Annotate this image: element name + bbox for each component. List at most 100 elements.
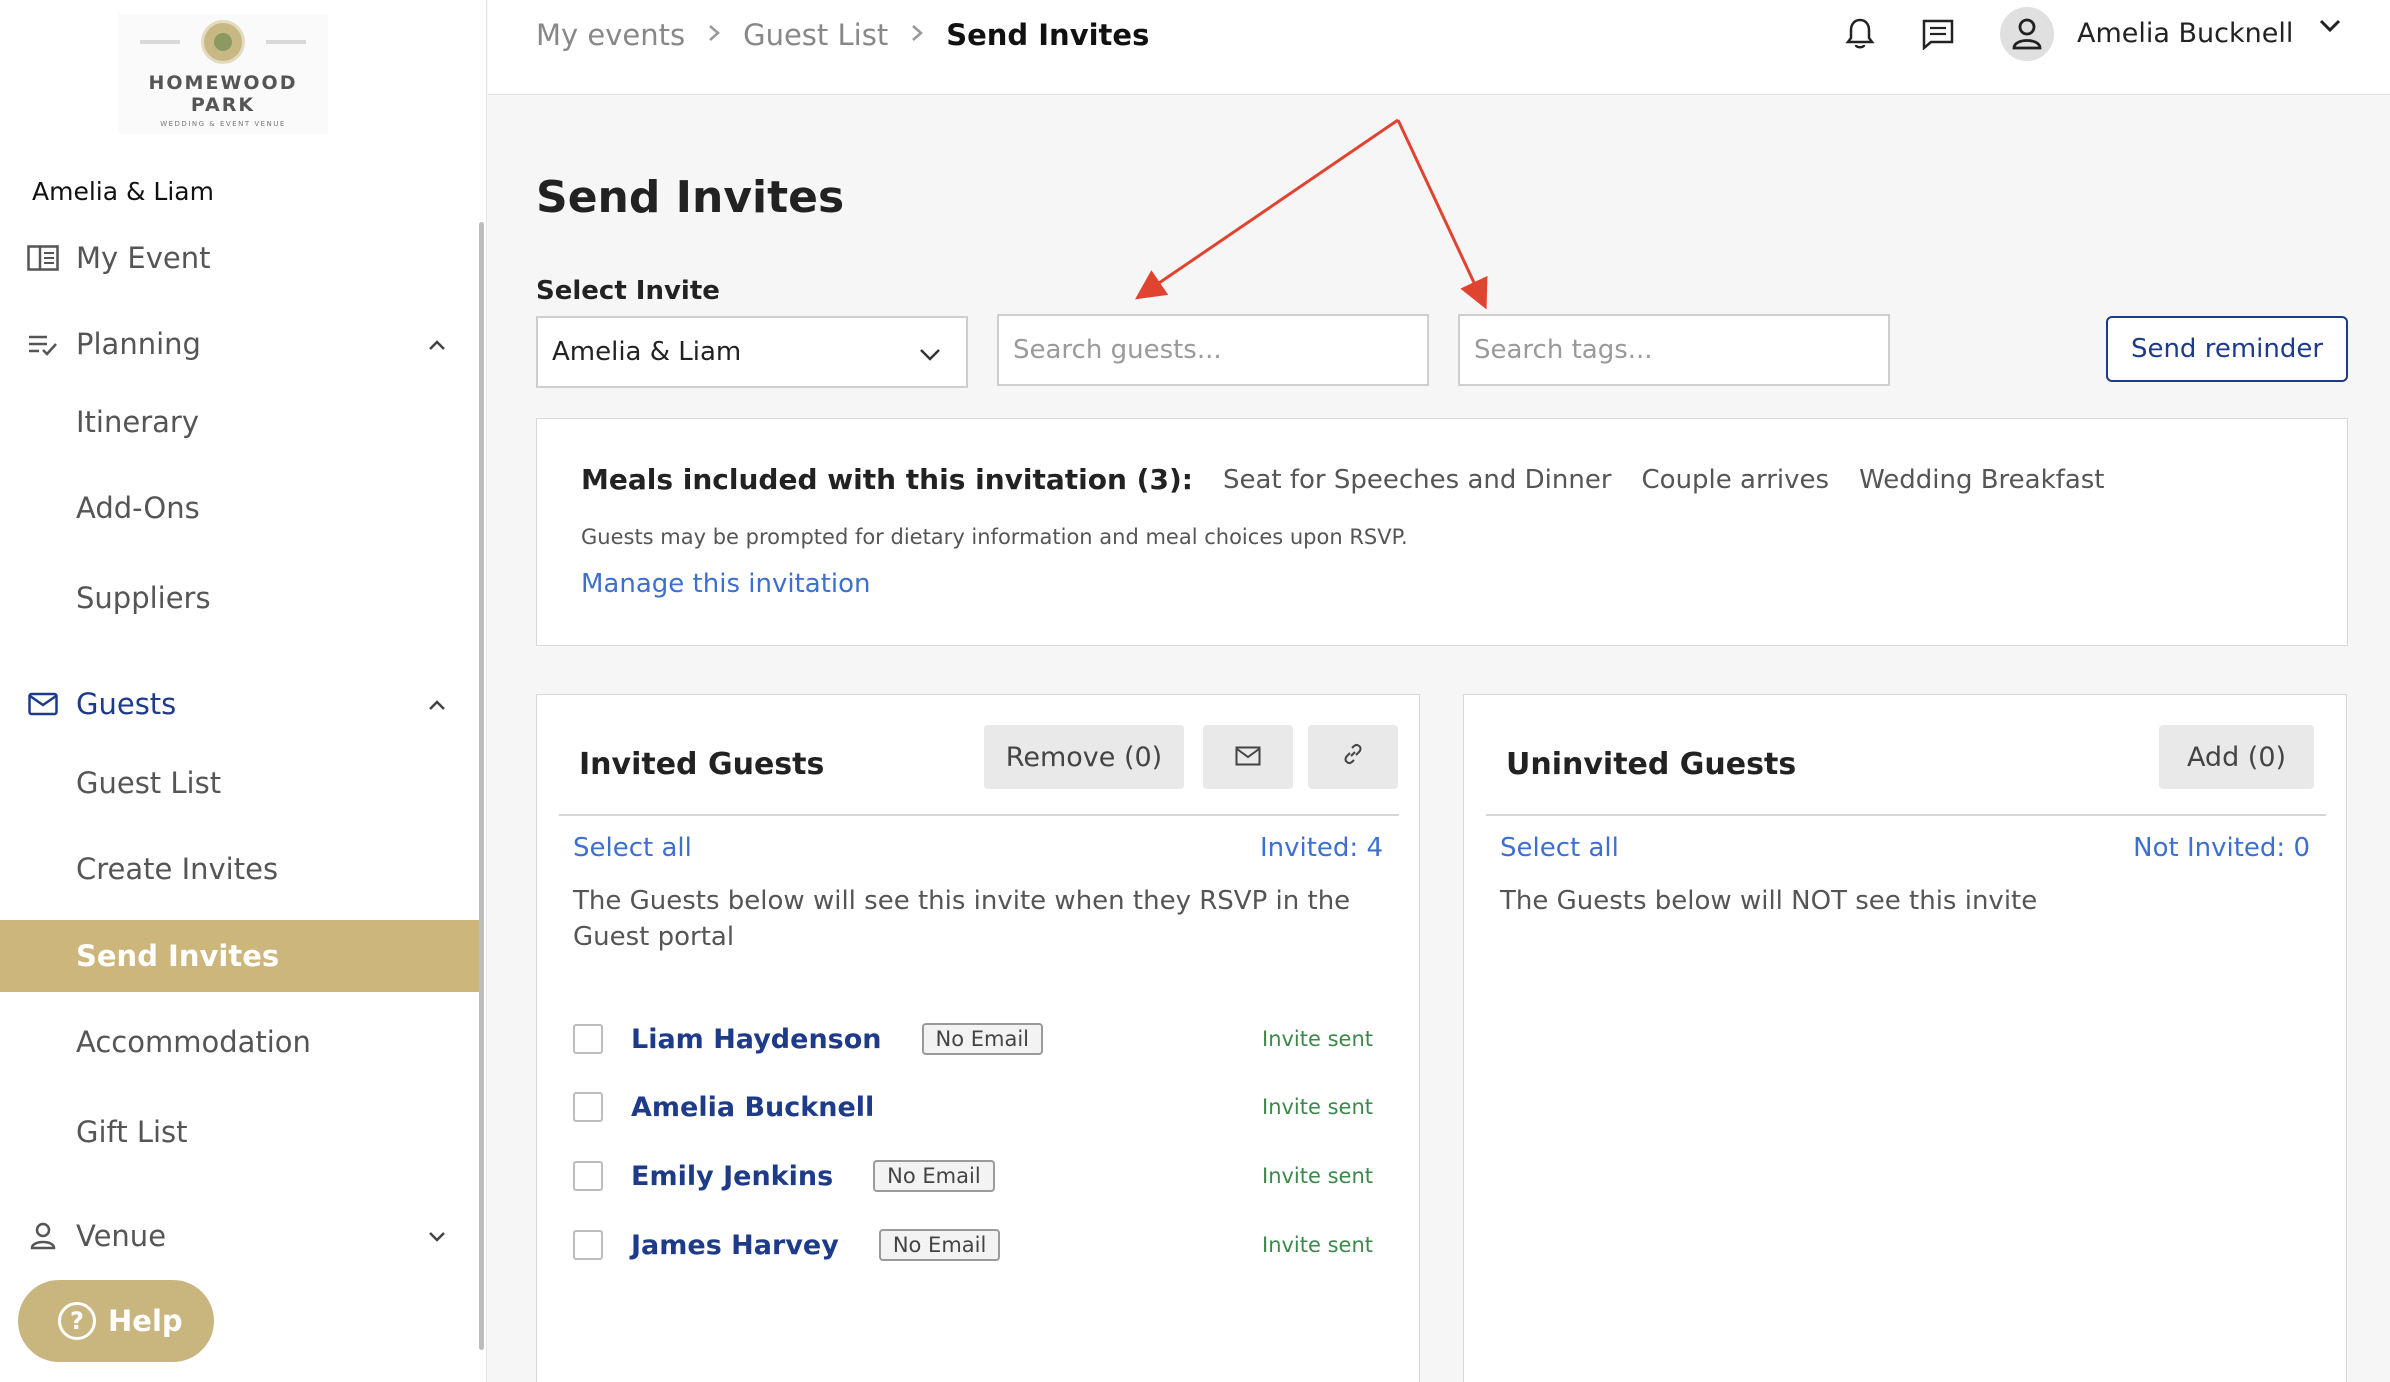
guest-name[interactable]: Emily Jenkins: [631, 1161, 833, 1192]
top-bar: My events Guest List Send Invites Amelia…: [488, 0, 2390, 95]
sidebar-item-create-invites[interactable]: Create Invites: [0, 833, 480, 905]
meals-note: Guests may be prompted for dietary infor…: [581, 525, 1408, 549]
sidebar-item-itinerary[interactable]: Itinerary: [0, 386, 480, 458]
link-icon: [1341, 742, 1365, 773]
chevron-down-icon[interactable]: [2318, 18, 2342, 38]
sidebar-item-my-event[interactable]: My Event: [0, 222, 480, 294]
sidebar-item-label: Create Invites: [76, 852, 279, 886]
breadcrumb: My events Guest List Send Invites: [536, 18, 1149, 52]
divider: [559, 814, 1399, 816]
invite-status: Invite sent: [1262, 1164, 1373, 1188]
page-title: Send Invites: [536, 172, 845, 223]
logo-text-line2: PARK: [190, 94, 256, 116]
sidebar-item-venue[interactable]: Venue: [0, 1200, 480, 1272]
invite-status: Invite sent: [1262, 1233, 1373, 1257]
guest-checkbox[interactable]: [573, 1230, 603, 1260]
sidebar-item-label: Planning: [76, 327, 201, 361]
sidebar-item-send-invites[interactable]: Send Invites: [0, 920, 480, 992]
add-button[interactable]: Add (0): [2159, 725, 2314, 789]
chat-icon[interactable]: [1918, 14, 1958, 54]
guest-row: James Harvey No Email Invite sent: [573, 1215, 1373, 1275]
breadcrumb-send-invites: Send Invites: [946, 18, 1150, 52]
no-email-badge: No Email: [921, 1023, 1044, 1055]
main-content: Send Invites Select Invite Amelia & Liam…: [488, 96, 2390, 1382]
chevron-down-icon: [428, 1224, 446, 1249]
uninvited-description: The Guests below will NOT see this invit…: [1500, 886, 2038, 916]
sidebar-item-guest-list[interactable]: Guest List: [0, 747, 480, 819]
guest-name[interactable]: James Harvey: [631, 1230, 839, 1261]
meals-info-box: Meals included with this invitation (3):…: [536, 418, 2348, 646]
avatar[interactable]: [2000, 7, 2054, 61]
guest-name[interactable]: Amelia Bucknell: [631, 1092, 874, 1123]
mail-icon: [1235, 742, 1261, 773]
sidebar-item-label: Add-Ons: [76, 491, 200, 525]
select-all-invited-link[interactable]: Select all: [573, 833, 692, 863]
user-name[interactable]: Amelia Bucknell: [2077, 18, 2293, 49]
select-all-uninvited-link[interactable]: Select all: [1500, 833, 1619, 863]
checklist-icon: [26, 327, 60, 361]
invite-status: Invite sent: [1262, 1027, 1373, 1051]
breadcrumb-my-events[interactable]: My events: [536, 18, 685, 52]
sidebar-scrollbar[interactable]: [479, 222, 484, 1350]
sidebar-item-add-ons[interactable]: Add-Ons: [0, 472, 480, 544]
chevron-right-icon: [707, 20, 721, 50]
guest-row: Emily Jenkins No Email Invite sent: [573, 1146, 1373, 1206]
search-guests-input[interactable]: [997, 314, 1429, 386]
uninvited-guests-title: Uninvited Guests: [1506, 747, 1797, 782]
sidebar-item-label: Itinerary: [76, 405, 199, 439]
guest-checkbox[interactable]: [573, 1161, 603, 1191]
manage-invitation-link[interactable]: Manage this invitation: [581, 569, 871, 599]
no-email-badge: No Email: [873, 1160, 995, 1192]
invited-guests-panel: Invited Guests Remove (0) Select all Inv…: [536, 694, 1420, 1382]
uninvited-guests-panel: Uninvited Guests Add (0) Select all Not …: [1463, 694, 2347, 1382]
sidebar: HOMEWOOD PARK WEDDING & EVENT VENUE Amel…: [0, 0, 487, 1382]
person-icon: [26, 1219, 60, 1253]
invited-description: The Guests below will see this invite wh…: [573, 886, 1351, 952]
sidebar-item-label: Venue: [76, 1219, 167, 1253]
bell-icon[interactable]: [1840, 14, 1880, 54]
search-tags-input[interactable]: [1458, 314, 1890, 386]
meals-title: Meals included with this invitation (3):: [581, 463, 1193, 496]
remove-button[interactable]: Remove (0): [984, 725, 1184, 789]
book-icon: [26, 241, 60, 275]
not-invited-count: Not Invited: 0: [2133, 833, 2310, 863]
chevron-down-icon: [918, 340, 942, 370]
invite-select[interactable]: Amelia & Liam: [536, 316, 968, 388]
venue-logo[interactable]: HOMEWOOD PARK WEDDING & EVENT VENUE: [118, 14, 328, 134]
help-label: Help: [108, 1304, 183, 1338]
logo-decoration: [266, 40, 306, 44]
breadcrumb-guest-list[interactable]: Guest List: [743, 18, 888, 52]
invited-guests-title: Invited Guests: [579, 747, 825, 782]
sidebar-item-planning[interactable]: Planning: [0, 308, 480, 380]
logo-tagline: WEDDING & EVENT VENUE: [160, 120, 286, 128]
sidebar-item-gift-list[interactable]: Gift List: [0, 1096, 480, 1168]
guest-checkbox[interactable]: [573, 1092, 603, 1122]
sidebar-item-label: My Event: [76, 241, 211, 275]
divider: [1486, 814, 2326, 816]
sidebar-item-label: Suppliers: [76, 581, 211, 615]
logo-text-line1: HOMEWOOD: [148, 72, 298, 94]
meal-item: Couple arrives: [1641, 464, 1830, 495]
logo-emblem-icon: [201, 20, 245, 64]
invited-count: Invited: 4: [1259, 833, 1383, 863]
sidebar-item-accommodation[interactable]: Accommodation: [0, 1006, 480, 1078]
guest-name[interactable]: Liam Haydenson: [631, 1024, 882, 1055]
meal-item: Wedding Breakfast: [1859, 464, 2105, 495]
sidebar-item-label: Guests: [76, 687, 177, 721]
sidebar-item-suppliers[interactable]: Suppliers: [0, 562, 480, 634]
send-reminder-button[interactable]: Send reminder: [2106, 316, 2348, 382]
sidebar-item-label: Guest List: [76, 766, 222, 800]
email-invites-button[interactable]: [1203, 725, 1293, 789]
guest-row: Liam Haydenson No Email Invite sent: [573, 1009, 1373, 1069]
question-icon: ?: [58, 1302, 96, 1340]
chevron-right-icon: [910, 20, 924, 50]
sidebar-item-guests[interactable]: Guests: [0, 668, 480, 740]
chevron-up-icon: [428, 692, 446, 717]
guest-checkbox[interactable]: [573, 1024, 603, 1054]
event-name: Amelia & Liam: [32, 177, 214, 206]
copy-link-button[interactable]: [1308, 725, 1398, 789]
no-email-badge: No Email: [878, 1229, 1001, 1261]
mail-icon: [26, 687, 60, 721]
help-button[interactable]: ? Help: [18, 1280, 214, 1362]
chevron-up-icon: [428, 332, 446, 357]
